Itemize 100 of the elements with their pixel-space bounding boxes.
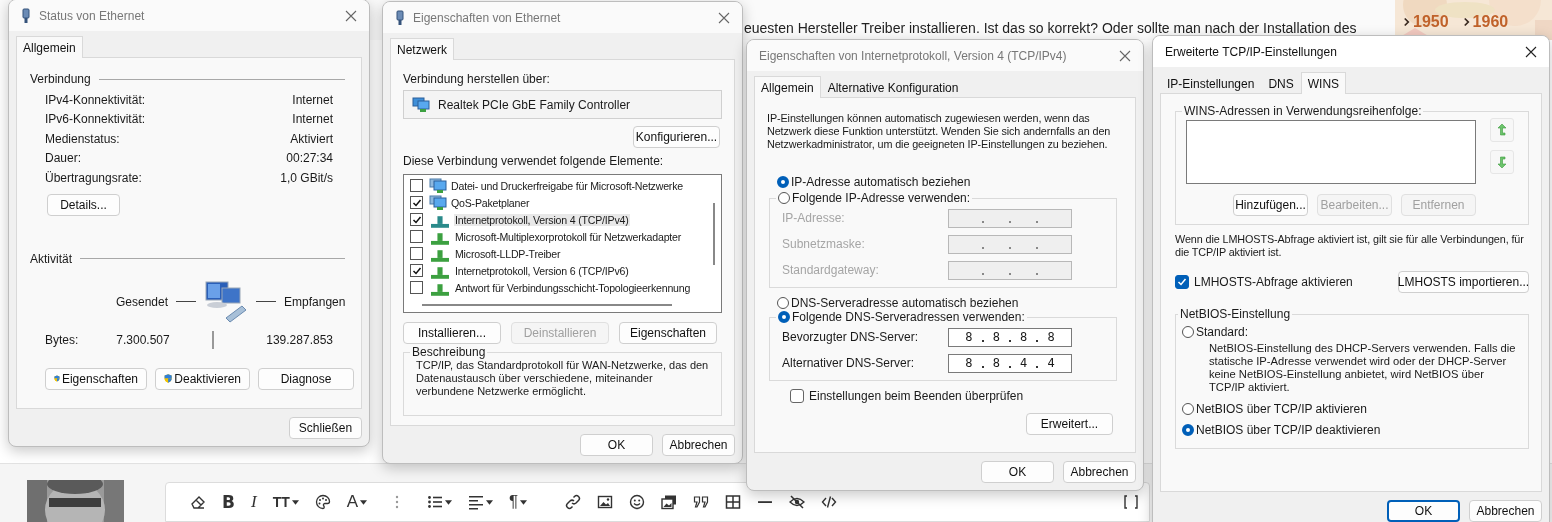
list-item[interactable]: Internetprotokoll, Version 6 (TCP/IPv6) [454,264,630,277]
checkbox[interactable] [410,281,423,294]
tab[interactable]: Allgemein [16,36,83,58]
ok-button[interactable]: OK [981,460,1054,483]
toolbar-button[interactable]: B [214,489,243,515]
tab[interactable]: Netzwerk [390,38,454,60]
adapter-field: Realtek PCIe GbE Family Controller [403,90,722,119]
list-item[interactable]: QoS-Paketplaner [450,196,531,209]
option-label: Folgende DNS-Serveradressen verwenden: [792,310,1025,324]
radio-button[interactable] [777,176,789,188]
chevron-icon [1462,17,1470,27]
ok-button[interactable]: OK [1387,499,1460,522]
cancel-button[interactable]: Abbrechen [662,433,735,456]
bytes-label: Bytes: [45,332,80,347]
field-label: Dauer: [45,151,82,166]
hidden-icon [789,494,806,510]
toolbar-button[interactable]: A [338,489,376,515]
toolbar-button[interactable]: TT [264,489,307,515]
list-item[interactable]: Datei- und Druckerfreigabe für Microsoft-Netzwerke [450,179,684,192]
checkbox[interactable] [410,230,423,243]
field-label: IPv4-Konnektivität: [45,92,146,107]
cancel-button[interactable]: Abbrechen [1063,460,1136,483]
field-label: Standardgateway: [782,263,879,277]
list-box[interactable] [1186,120,1476,184]
scrollbar[interactable] [713,203,715,265]
scrollbar[interactable] [422,304,672,306]
group-heading: Beschreibung [411,346,487,359]
option-label: Folgende IP-Adresse verwenden: [792,191,971,205]
option-description: NetBIOS-Einstellung des DHCP-Servers verwenden. Falls die statische IP-Adresse verwendet wird oder der DHCP-Server keine NetBIOS-Einstellung anbietet, wird NetBIOS über TCP/IP aktiviert. [1208,342,1517,394]
network-icon [412,96,430,113]
toolbar-button[interactable]: I [242,489,265,515]
window-title: Status von Ethernet [39,8,146,23]
toolbar-button[interactable]: ¶ [501,489,536,515]
action-button[interactable]: Eigenschaften [45,367,147,390]
details-button[interactable]: Details... [47,193,120,216]
cancel-button[interactable]: Abbrechen [1469,499,1542,522]
checkbox[interactable] [410,264,423,277]
action-button[interactable]: Deaktivieren [155,367,250,390]
description-text: TCP/IP, das Standardprotokoll für WAN-Netzwerke, das den Datenaustausch über verschiedene, miteinander verbundene Netzwerke ermöglicht. [415,359,710,398]
radio-button[interactable] [1182,325,1194,338]
ok-button[interactable]: OK [580,433,653,456]
action-button[interactable]: Eigenschaften [619,322,717,344]
field-label: Diese Verbindung verwendet folgende Elemente: [403,154,665,168]
align-left-icon [468,494,485,510]
network-node-icon [431,230,449,247]
expand-icon[interactable] [1123,494,1139,510]
list-icon [427,494,444,510]
sent-label: Gesendet [116,294,169,309]
ethernet-icon [21,7,31,24]
option-label: NetBIOS über TCP/IP deaktivieren [1196,422,1381,437]
ip-address-field[interactable]: 8 8 4 4 [948,353,1072,373]
field-label: Übertragungsrate: [45,170,142,185]
ethernet-icon [395,9,405,26]
action-button[interactable]: Diagnose [258,367,354,390]
list-item[interactable]: Microsoft-Multiplexorprotokoll für Netzwerkadapter [454,230,683,243]
checkbox[interactable] [1175,275,1189,289]
list-item[interactable]: Microsoft-LLDP-Treiber [454,247,562,260]
field-label: Alternativer DNS-Server: [782,356,915,370]
network-node-icon [431,264,449,281]
smiley-icon [629,494,646,510]
configure-button[interactable]: Konfigurieren... [633,126,720,148]
image-icon [597,494,614,510]
checkbox[interactable] [410,196,423,209]
radio-button[interactable] [777,297,789,309]
radio-button[interactable] [778,311,790,323]
checkbox-label: Einstellungen beim Beenden überprüfen [809,389,1024,403]
horizontal-rule-icon [757,500,774,504]
advanced-button[interactable]: Erweitert... [1026,413,1113,435]
network-node-icon [431,247,449,264]
ip-address-field[interactable]: 8 8 8 8 [948,327,1072,347]
close-button[interactable]: Schließen [289,416,362,439]
radio-button[interactable] [1182,423,1194,436]
checkbox[interactable] [410,247,423,260]
field-label: Medienstatus: [45,131,120,146]
tab[interactable]: WINS [1300,72,1347,94]
field-value: 1,0 GBit/s [280,170,333,185]
action-button[interactable]: Installieren... [403,322,501,344]
checkbox[interactable] [790,389,804,403]
list-item[interactable]: Antwort für Verbindungsschicht-Topologieerkennung [454,281,692,294]
network-icon [429,177,447,194]
group-heading: WINS-Adressen in Verwendungsreihenfolge: [1183,104,1423,118]
import-button[interactable]: LMHOSTS importieren... [1398,271,1529,293]
network-node-icon [431,281,449,298]
table-icon [725,494,742,510]
tab[interactable]: Allgemein [754,76,821,98]
list-item[interactable]: Internetprotokoll, Version 4 (TCP/IPv4) [454,213,630,226]
field-label: Bevorzugter DNS-Server: [782,330,919,344]
field-label: Verbindung herstellen über: [403,72,551,86]
action-button[interactable]: Hinzufügen... [1233,194,1308,216]
checkbox-label: LMHOSTS-Abfrage aktivieren [1194,275,1353,289]
section-heading: Verbindung [30,72,91,86]
radio-button[interactable] [1182,402,1194,415]
palette-icon [314,494,331,510]
checkbox[interactable] [410,213,423,226]
arrow-down-icon [1496,154,1508,170]
arrow-up-icon [1496,122,1508,138]
chevron-icon [1403,17,1410,27]
field-value: Internet [292,92,333,107]
radio-button[interactable] [778,192,790,204]
checkbox[interactable] [410,179,423,192]
